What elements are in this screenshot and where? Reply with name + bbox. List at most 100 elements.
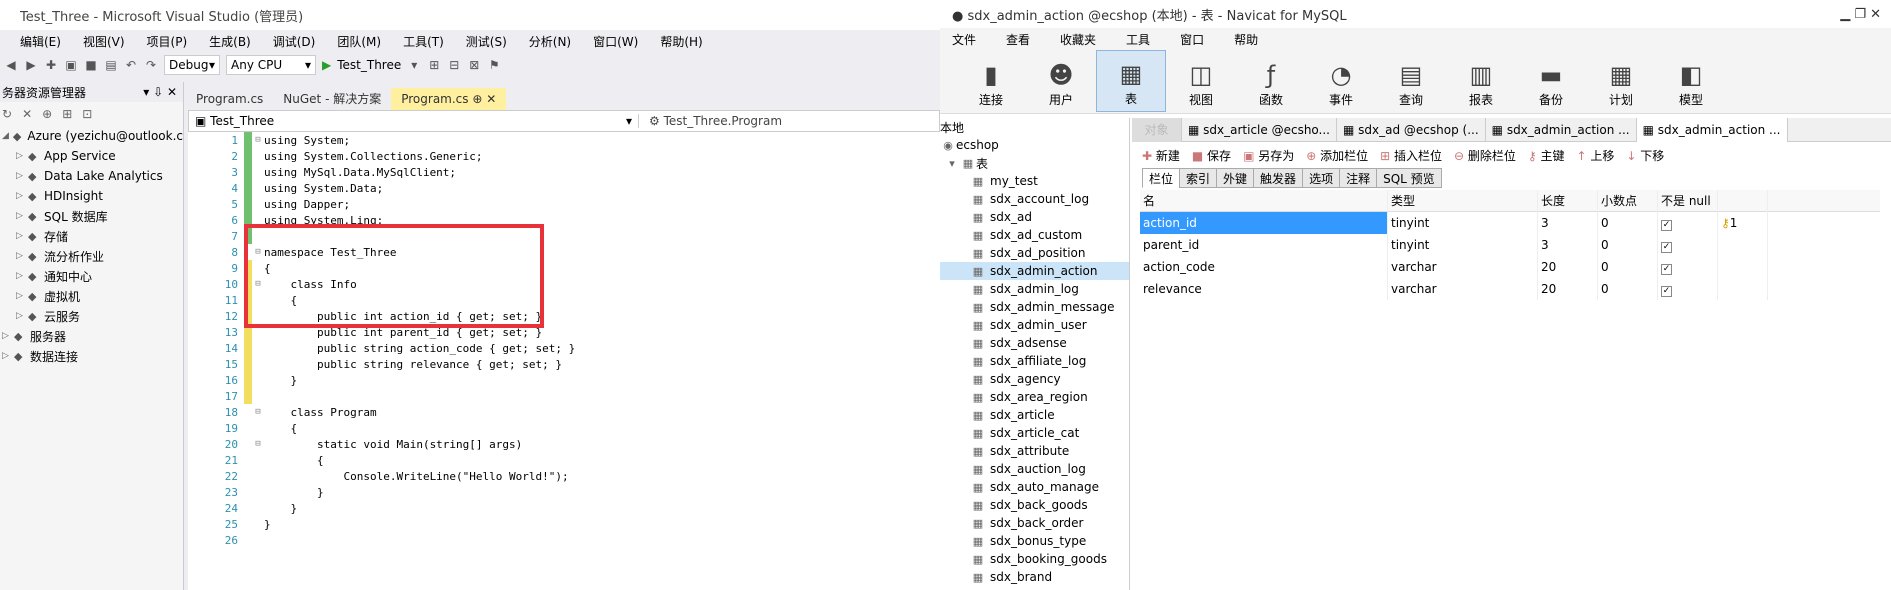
object-tab[interactable]: ▦ sdx_ad @ecshop (... [1337,117,1486,142]
field-name-cell[interactable]: parent_id [1140,234,1388,256]
stop-icon[interactable]: ✕ [22,107,32,121]
subtab[interactable]: 注释 [1339,168,1378,188]
expand-arrow-icon[interactable]: ▷ [16,251,28,261]
table-list-item[interactable]: ▦ sdx_bonus_type [940,532,1129,550]
close-tab-icon[interactable]: ✕ [486,92,496,106]
tree-tables-group[interactable]: ▾ ▦ 表 [940,154,1129,172]
table-list-item[interactable]: ▦ sdx_admin_message [940,298,1129,316]
fold-marker[interactable]: ⊟ [252,135,264,145]
not-null-checkbox[interactable]: ✓ [1661,286,1672,297]
expand-arrow-icon[interactable]: ▷ [16,211,28,221]
server-explorer-item[interactable]: ▷ ◆ 云服务 [0,306,183,326]
design-tool-button[interactable]: ▣ 另存为 [1243,147,1294,164]
table-list-item[interactable]: ▦ sdx_attribute [940,442,1129,460]
back-icon[interactable]: ◀ [4,58,18,72]
server-explorer-item[interactable]: ▷ ◆ HDInsight [0,186,183,206]
open-icon[interactable]: ▣ [64,58,78,72]
expand-arrow-icon[interactable]: ◢ [2,131,13,141]
server-explorer-item[interactable]: ▷ ◆ 虚拟机 [0,286,183,306]
object-tab[interactable]: ▦ sdx_admin_action ... [1636,117,1788,142]
menu-item[interactable]: 团队(M) [337,33,381,50]
field-name-cell[interactable]: relevance [1140,278,1388,300]
table-list-item[interactable]: ▦ sdx_account_log [940,190,1129,208]
menu-item[interactable]: 分析(N) [529,33,571,50]
server-explorer-item[interactable]: ▷ ◆ 流分析作业 [0,246,183,266]
menu-item[interactable]: 帮助(H) [660,33,702,50]
table-list-item[interactable]: ▦ sdx_brand [940,568,1129,586]
tab-nuget[interactable]: NuGet - 解决方案 [273,88,392,110]
toolbar-event-button[interactable]: ◔ 事件 [1306,50,1376,112]
menu-item[interactable]: 调试(D) [273,33,316,50]
field-name-cell[interactable]: action_code [1140,256,1388,278]
code-editor[interactable]: 1 ⊟ using System; 2 using System.Collections… [188,132,940,590]
platform-dropdown[interactable]: Any CPU ▾ [226,55,316,75]
field-length-cell[interactable]: 3 [1538,234,1598,256]
field-length-cell[interactable]: 20 [1538,256,1598,278]
subtab[interactable]: 触发器 [1253,168,1304,188]
menu-item[interactable]: 窗口(W) [593,33,638,50]
menu-item[interactable]: 编辑(E) [20,33,61,50]
config-dropdown[interactable]: Debug ▾ [164,55,220,75]
class-dropdown[interactable]: ▣ Test_Three ▾ [189,114,639,128]
navicat-menu-item[interactable]: 工具 [1126,31,1150,48]
toolbar-report-button[interactable]: ▥ 报表 [1446,50,1516,112]
design-tool-button[interactable]: ■ 保存 [1192,147,1231,164]
expand-arrow-icon[interactable]: ▷ [16,311,28,321]
design-tool-button[interactable]: ↓ 下移 [1626,147,1664,164]
expand-arrow-icon[interactable]: ▷ [16,151,28,161]
menu-item[interactable]: 测试(S) [466,33,507,50]
server-explorer-item[interactable]: ▷ ◆ 通知中心 [0,266,183,286]
new-project-icon[interactable]: ✚ [44,58,58,72]
start-icon[interactable]: ▶ [322,58,331,72]
navicat-menu-item[interactable]: 窗口 [1180,31,1204,48]
toolbar-function-button[interactable]: ƒ 函数 [1236,50,1306,112]
table-list-item[interactable]: ▦ sdx_area_region [940,388,1129,406]
table-list-item[interactable]: ▦ sdx_adsense [940,334,1129,352]
subtab[interactable]: 索引 [1179,168,1218,188]
tree-db[interactable]: ◉ ecshop [940,136,1129,154]
toolbar-model-button[interactable]: ◧ 模型 [1656,50,1726,112]
table-list-item[interactable]: ▦ sdx_article [940,406,1129,424]
table-list-item[interactable]: ▦ sdx_agency [940,370,1129,388]
expand-arrow-icon[interactable]: ▷ [16,291,28,301]
toolbar-query-button[interactable]: ▤ 查询 [1376,50,1446,112]
grid-row[interactable]: parent_id tinyint 3 0 ✓ [1140,234,1880,256]
design-tool-button[interactable]: ↑ 上移 [1577,147,1615,164]
server-explorer-item[interactable]: ▷ ◆ SQL 数据库 [0,206,183,226]
expand-arrow-icon[interactable]: ▷ [16,171,28,181]
field-type-cell[interactable]: tinyint [1388,234,1538,256]
design-tool-button[interactable]: ⚷ 主键 [1528,147,1565,164]
subtab[interactable]: 外键 [1216,168,1255,188]
navicat-menu-item[interactable]: 收藏夹 [1060,31,1096,48]
navicat-menu-item[interactable]: 帮助 [1234,31,1258,48]
tool-icon-3[interactable]: ⊠ [467,58,481,72]
table-list-item[interactable]: ▦ sdx_ad_position [940,244,1129,262]
not-null-checkbox[interactable]: ✓ [1661,264,1672,275]
tool-icon-2[interactable]: ⊟ [447,58,461,72]
object-tab[interactable]: ▦ sdx_article @ecsho... [1182,117,1337,142]
design-tool-button[interactable]: ⊞ 插入栏位 [1380,147,1442,164]
menu-item[interactable]: 工具(T) [403,33,444,50]
toolbar-table-button[interactable]: ▦ 表 [1096,50,1166,112]
field-name-cell[interactable]: action_id [1140,212,1388,234]
table-list-item[interactable]: ▦ sdx_affiliate_log [940,352,1129,370]
table-list-item[interactable]: ▦ sdx_admin_action [940,262,1129,280]
fold-marker[interactable]: ⊟ [252,407,264,417]
menu-item[interactable]: 视图(V) [83,33,125,50]
not-null-checkbox[interactable]: ✓ [1661,220,1672,231]
object-tab[interactable]: ▦ sdx_admin_action ... [1486,117,1637,142]
not-null-cell[interactable]: ✓ [1658,234,1718,256]
server-explorer-item[interactable]: ▷ ◆ Data Lake Analytics [0,166,183,186]
navicat-menu-item[interactable]: 文件 [952,31,976,48]
not-null-cell[interactable]: ✓ [1658,278,1718,300]
table-list-item[interactable]: ▦ sdx_article_cat [940,424,1129,442]
field-decimal-cell[interactable]: 0 [1598,278,1658,300]
toolbar-view-button[interactable]: ◫ 视图 [1166,50,1236,112]
expand-arrow-icon[interactable]: ▷ [16,271,28,281]
tree-root[interactable]: 本地 [940,118,1129,136]
start-dropdown-icon[interactable]: ▾ [407,58,421,72]
refresh-icon[interactable]: ↻ [2,107,12,121]
table-list-item[interactable]: ▦ sdx_auto_manage [940,478,1129,496]
field-decimal-cell[interactable]: 0 [1598,212,1658,234]
field-decimal-cell[interactable]: 0 [1598,234,1658,256]
